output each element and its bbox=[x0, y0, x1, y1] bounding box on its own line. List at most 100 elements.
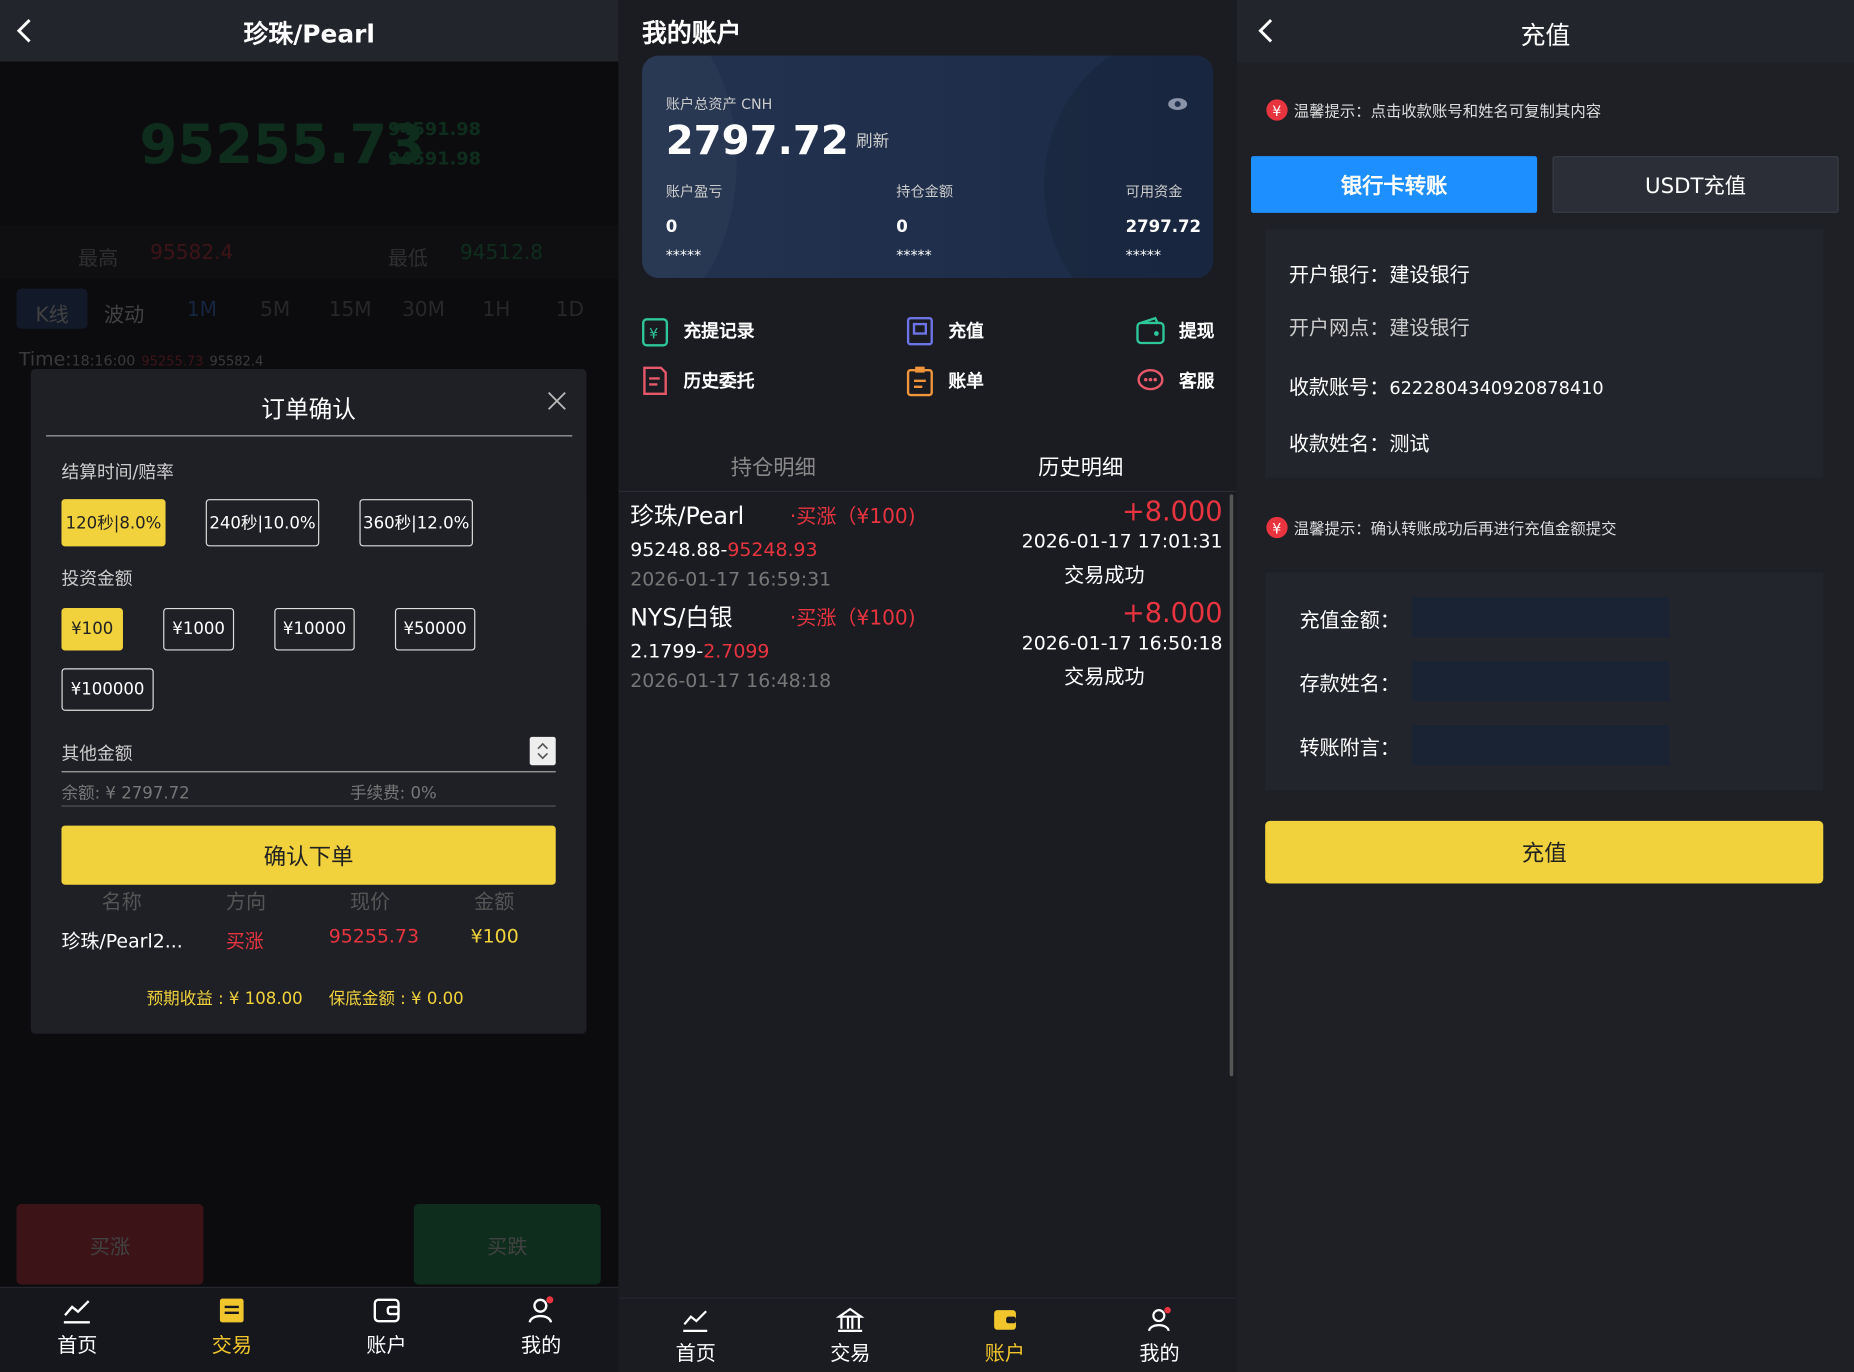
low-value: 94512.8 bbox=[459, 241, 544, 265]
invest-option-1000[interactable]: ¥1000 bbox=[163, 607, 235, 651]
total-value: 2797.72 bbox=[665, 117, 849, 165]
record-close-time: 2026-01-17 17:01:31 bbox=[1021, 529, 1223, 553]
pl-label: 账户盈亏 bbox=[665, 183, 723, 200]
recharge-screen: 充值 ¥ 温馨提示：点击收款账号和姓名可复制其内容 银行卡转账 USDT充值 开… bbox=[1236, 0, 1854, 1372]
order-confirm-modal: 订单确认 结算时间/赔率 120秒|8.0% 240秒|10.0% 360秒|1… bbox=[30, 369, 587, 1034]
hold-value: 0 bbox=[896, 217, 908, 237]
recharge-item[interactable]: 充值 bbox=[905, 315, 984, 348]
list-item[interactable]: NYS/白银 ·买涨（¥100) 2.1799-2.7099 2026-01-1… bbox=[630, 598, 1227, 700]
settle-option-360[interactable]: 360秒|12.0% bbox=[359, 499, 473, 547]
confirm-order-button[interactable]: 确认下单 bbox=[61, 825, 556, 885]
account-row[interactable]: 收款账号：6222804340920878410 bbox=[1289, 370, 1604, 400]
high-value: 95582.4 bbox=[150, 241, 234, 265]
fee-text: 手续费: 0% bbox=[349, 784, 437, 804]
col-amount: 金额 bbox=[474, 890, 515, 915]
page-title: 珍珠/Pearl bbox=[243, 20, 375, 49]
row-direction: 买涨 bbox=[225, 929, 264, 953]
list-item[interactable]: 珍珠/Pearl ·买涨（¥100) 95248.88-95248.93 202… bbox=[630, 497, 1227, 599]
record-profit: +8.000 bbox=[1121, 598, 1223, 630]
tab-1h[interactable]: 1H bbox=[482, 298, 510, 322]
bank-icon bbox=[835, 1307, 865, 1332]
svg-text:¥: ¥ bbox=[1272, 104, 1281, 120]
depositor-input[interactable] bbox=[1411, 661, 1670, 702]
bank-row[interactable]: 开户银行：建设银行 bbox=[1289, 258, 1470, 288]
bottom-tab-bar: 首页 交易 账户 我的 bbox=[0, 1286, 619, 1372]
tab-history[interactable]: 历史明细 bbox=[1038, 451, 1123, 482]
tab-home[interactable]: 首页 bbox=[618, 1299, 773, 1372]
tab-1m[interactable]: 1M bbox=[187, 298, 217, 322]
tab-mine[interactable]: 我的 bbox=[1082, 1299, 1237, 1372]
invest-option-100000[interactable]: ¥100000 bbox=[61, 668, 154, 711]
account-screen: 我的账户 账户总资产 CNH 2797.72 刷新 账户盈亏 0 ***** 持… bbox=[618, 0, 1237, 1372]
amount-input[interactable] bbox=[1411, 597, 1670, 638]
invest-option-50000[interactable]: ¥50000 bbox=[394, 607, 476, 651]
invest-label: 投资金额 bbox=[61, 567, 133, 590]
invest-option-100[interactable]: ¥100 bbox=[61, 607, 123, 651]
user-icon bbox=[1147, 1306, 1171, 1332]
wallet-icon bbox=[373, 1298, 400, 1323]
tab-positions[interactable]: 持仓明细 bbox=[731, 451, 816, 482]
tab-5m[interactable]: 5M bbox=[260, 298, 290, 322]
tab-mine[interactable]: 我的 bbox=[464, 1288, 619, 1372]
asset-card: 账户总资产 CNH 2797.72 刷新 账户盈亏 0 ***** 持仓金额 0… bbox=[642, 55, 1214, 278]
current-price: 95255.73 bbox=[139, 112, 426, 177]
record-profit: +8.000 bbox=[1121, 496, 1223, 528]
balance-text: 余额: ¥ 2797.72 bbox=[61, 784, 190, 804]
tab-home[interactable]: 首页 bbox=[0, 1288, 155, 1372]
tab-trade[interactable]: 交易 bbox=[773, 1299, 928, 1372]
tab-30m[interactable]: 30M bbox=[402, 298, 445, 322]
refresh-link[interactable]: 刷新 bbox=[856, 129, 889, 153]
eye-icon[interactable] bbox=[1167, 95, 1188, 117]
settle-option-240[interactable]: 240秒|10.0% bbox=[205, 499, 320, 547]
tab-account[interactable]: 账户 bbox=[928, 1299, 1083, 1372]
high-label: 最高 bbox=[78, 247, 119, 271]
tab-account[interactable]: 账户 bbox=[309, 1288, 464, 1372]
chart-icon bbox=[683, 1310, 708, 1332]
tab-usdt[interactable]: USDT充值 bbox=[1552, 156, 1839, 213]
history-order-item[interactable]: 历史委托 bbox=[640, 364, 755, 397]
trade-icon bbox=[220, 1298, 244, 1323]
amount-stepper[interactable] bbox=[529, 736, 556, 766]
record-name: NYS/白银 bbox=[630, 603, 733, 632]
customer-service-item[interactable]: 客服 bbox=[1135, 364, 1214, 397]
recharge-submit-button[interactable]: 充值 bbox=[1265, 820, 1824, 884]
close-icon[interactable] bbox=[546, 390, 567, 416]
withdraw-item[interactable]: 提现 bbox=[1135, 315, 1214, 348]
invest-option-10000[interactable]: ¥10000 bbox=[274, 607, 355, 651]
record-direction: ·买涨（¥100) bbox=[789, 505, 916, 529]
price-sub-1: 94591.98 bbox=[387, 118, 481, 140]
settle-option-120[interactable]: 120秒|8.0% bbox=[61, 499, 166, 547]
payee-row[interactable]: 收款姓名：测试 bbox=[1289, 427, 1430, 457]
bill-item[interactable]: 账单 bbox=[905, 364, 984, 397]
guarantee-amount: 保底金额 : ¥ 0.00 bbox=[328, 989, 464, 1009]
page-title: 充值 bbox=[1520, 21, 1571, 50]
chart-icon bbox=[64, 1300, 91, 1324]
col-direction: 方向 bbox=[225, 890, 267, 915]
tab-kline[interactable]: K线 bbox=[35, 298, 68, 328]
time-label: Time:18:16:00 95255.73 95582.4 bbox=[18, 347, 264, 371]
tab-trade[interactable]: 交易 bbox=[155, 1288, 310, 1372]
pl-value: 0 bbox=[665, 217, 678, 237]
tab-1d[interactable]: 1D bbox=[556, 298, 584, 322]
buy-down-button[interactable]: 买跌 bbox=[413, 1204, 601, 1285]
scrollbar[interactable] bbox=[1229, 494, 1234, 1077]
record-direction: ·买涨（¥100) bbox=[789, 606, 916, 631]
buy-up-button[interactable]: 买涨 bbox=[16, 1204, 204, 1285]
tab-15m[interactable]: 15M bbox=[329, 298, 372, 322]
note-input[interactable] bbox=[1411, 725, 1670, 766]
tab-bank-transfer[interactable]: 银行卡转账 bbox=[1250, 156, 1538, 213]
expected-profit: 预期收益 : ¥ 108.00 bbox=[146, 989, 303, 1009]
col-name: 名称 bbox=[101, 890, 142, 915]
total-label: 账户总资产 CNH bbox=[665, 95, 773, 113]
record-open-time: 2026-01-17 16:59:31 bbox=[630, 567, 832, 591]
branch-row[interactable]: 开户网点：建设银行 bbox=[1289, 311, 1470, 341]
pl-mask: ***** bbox=[665, 247, 702, 264]
tab-wave[interactable]: 波动 bbox=[104, 298, 144, 328]
receipt-icon: ¥ bbox=[642, 318, 669, 347]
record-range: 95248.88-95248.93 bbox=[630, 538, 818, 561]
bank-info-panel: 开户银行：建设银行 开户网点：建设银行 收款账号：622280434092087… bbox=[1265, 229, 1824, 478]
monitor-icon bbox=[906, 316, 933, 346]
deposit-record-item[interactable]: ¥ 充提记录 bbox=[640, 315, 755, 348]
svg-text:¥: ¥ bbox=[649, 326, 658, 342]
record-name: 珍珠/Pearl bbox=[630, 501, 745, 530]
